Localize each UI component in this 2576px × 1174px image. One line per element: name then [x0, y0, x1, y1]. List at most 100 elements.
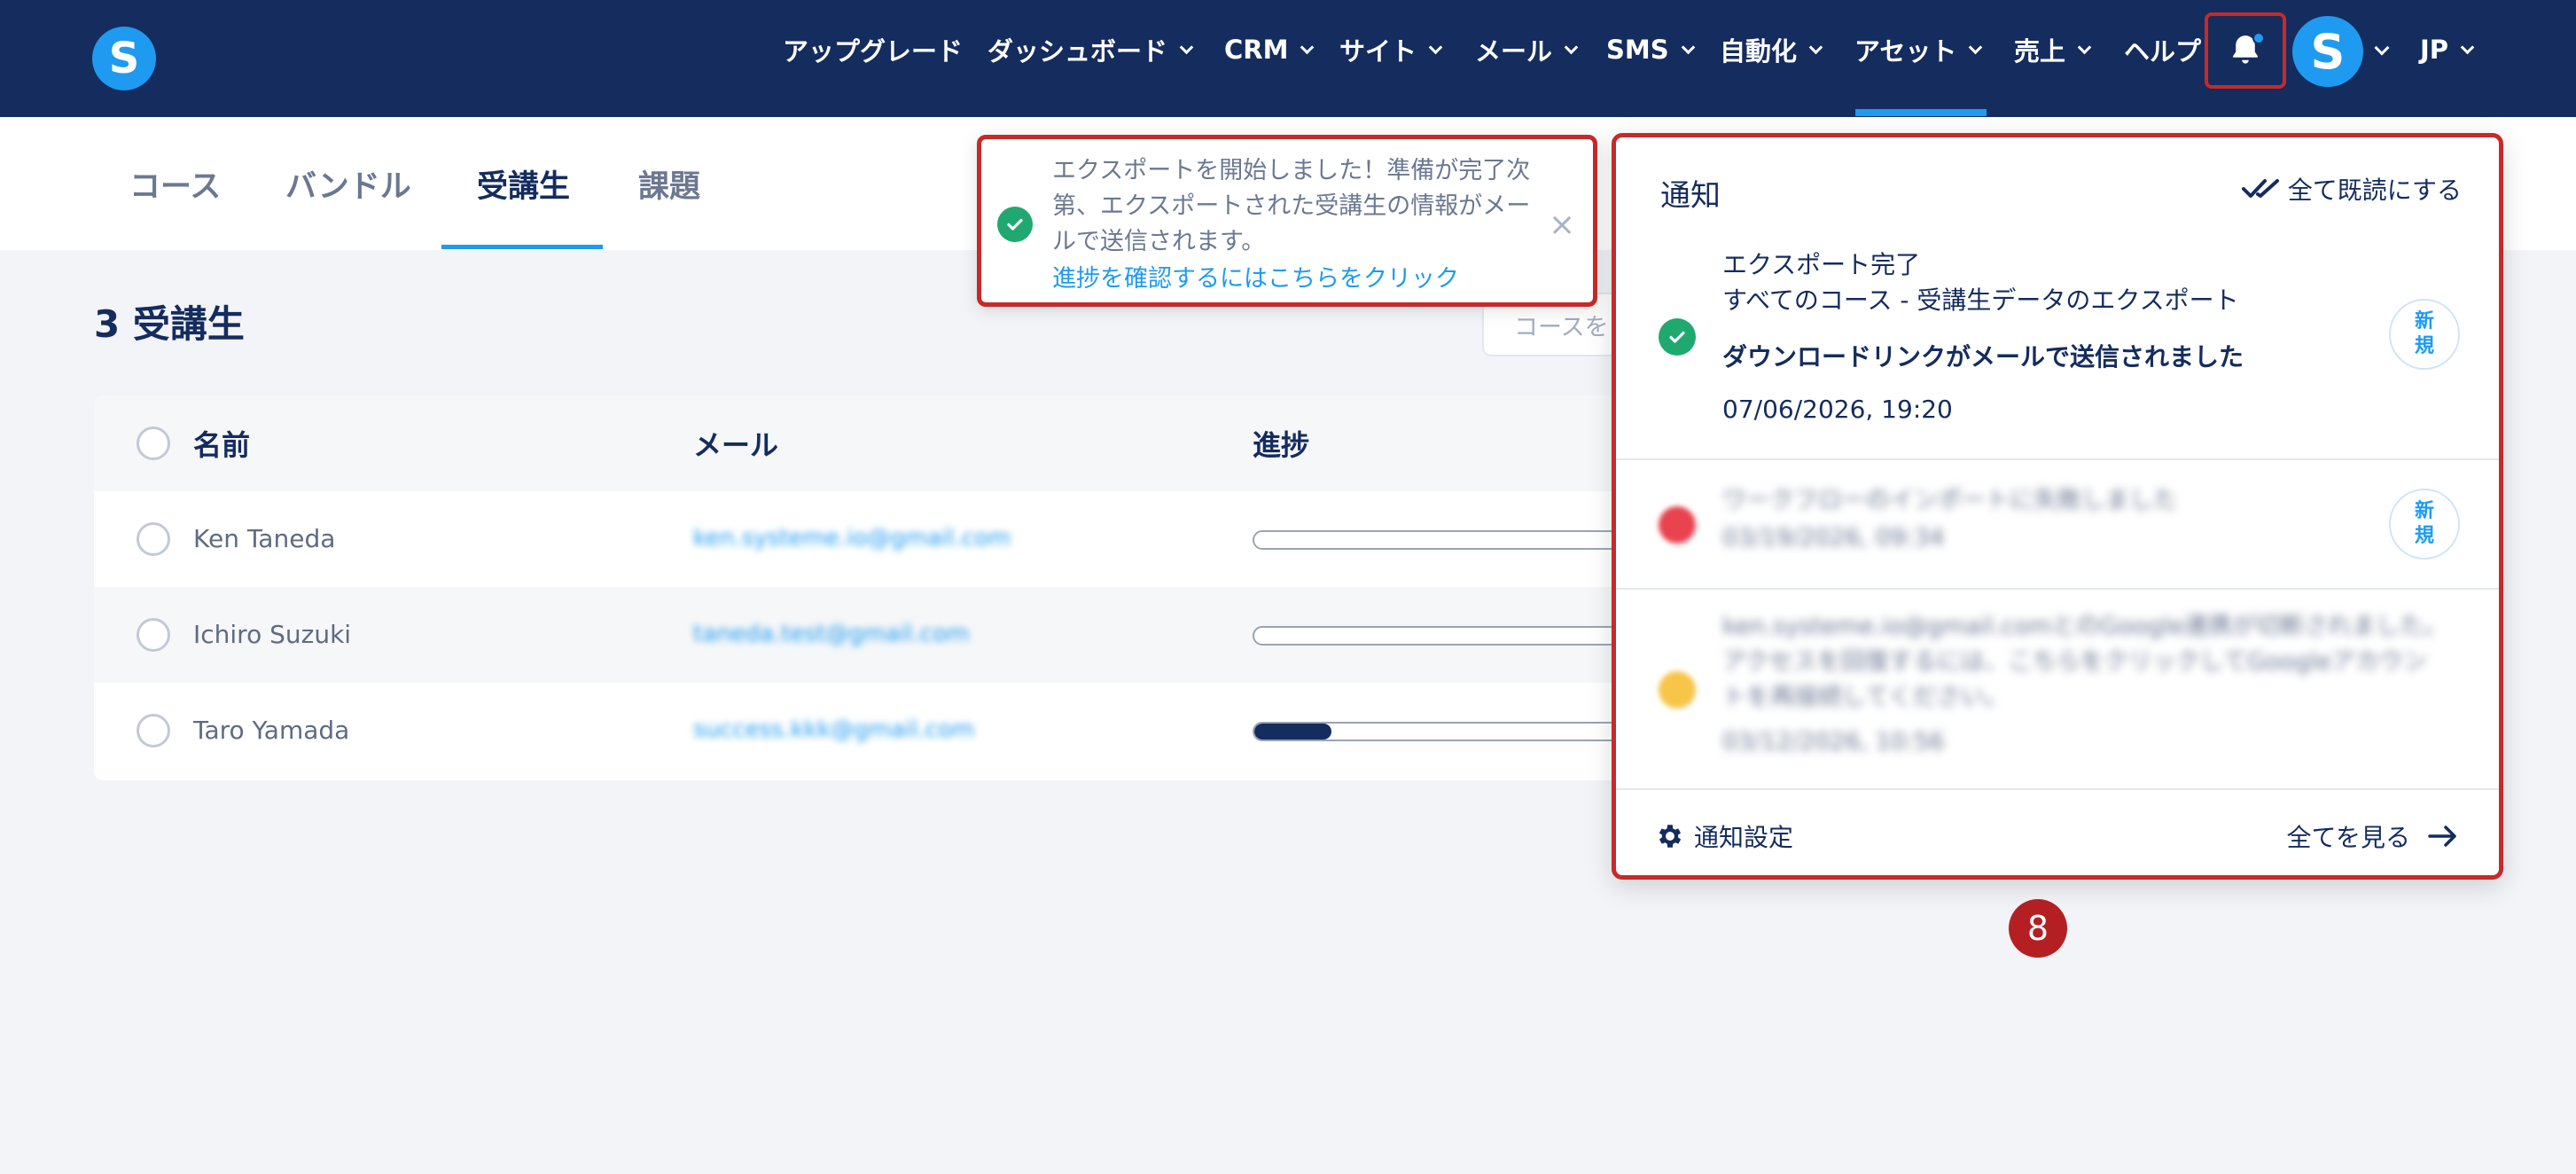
notification-timestamp: 03/12/2026, 10:56 — [1722, 728, 1945, 755]
tab-assignments[interactable]: 課題 — [638, 117, 700, 250]
notification-panel: 通知 全て既読にする エクスポート完了 すべてのコース - 受講生データのエクス… — [1612, 133, 2503, 880]
chevron-down-icon — [1564, 40, 1579, 54]
badge-text: 規 — [2414, 525, 2434, 547]
chevron-down-icon — [2077, 40, 2092, 54]
notification-panel-title: 通知 — [1660, 178, 1721, 214]
language-selector[interactable]: JP — [2420, 0, 2475, 99]
view-all-label: 全てを見る — [2286, 823, 2410, 852]
row-checkbox[interactable] — [137, 714, 170, 747]
table-row[interactable]: Taro Yamada success.kkk@gmail.com — [94, 683, 1619, 779]
chevron-down-icon — [1808, 40, 1823, 54]
tab-students[interactable]: 受講生 — [477, 117, 570, 250]
language-label: JP — [2420, 35, 2449, 65]
chevron-down-icon — [1428, 40, 1443, 54]
student-name: Ichiro Suzuki — [193, 620, 352, 649]
row-checkbox[interactable] — [137, 522, 170, 556]
nav-item-label: メール — [1475, 36, 1553, 67]
app-logo[interactable]: S — [92, 27, 156, 90]
chevron-down-icon — [1969, 40, 1983, 54]
notification-timestamp: 03/19/2026, 09:34 — [1722, 524, 1945, 552]
unread-dot — [2252, 32, 2265, 44]
nav-item-assets[interactable]: アセット — [1854, 0, 1983, 99]
progress-fill — [1254, 724, 1332, 740]
new-badge: 新 規 — [2389, 489, 2460, 560]
nav-item-label: SMS — [1606, 35, 1669, 65]
tab-label: バンドル — [285, 168, 411, 205]
error-dot-icon — [1659, 506, 1696, 544]
nav-item-sms[interactable]: SMS — [1606, 0, 1695, 99]
tab-bundles[interactable]: バンドル — [285, 117, 411, 250]
nav-item-mail[interactable]: メール — [1475, 0, 1579, 99]
step-marker-badge: 8 — [2009, 899, 2067, 958]
students-table: 名前 メール 進捗 Ken Taneda ken.systeme.io@gmai… — [94, 395, 1619, 780]
toast-progress-link[interactable]: 進捗を確認するにはこちらをクリック — [1052, 259, 1459, 294]
close-icon[interactable]: × — [1549, 207, 1575, 243]
chevron-down-icon — [2460, 40, 2475, 54]
student-email[interactable]: success.kkk@gmail.com — [693, 716, 974, 743]
badge-text: 新 — [2414, 310, 2434, 333]
nav-item-label: 売上 — [2014, 36, 2066, 67]
notification-item[interactable]: ワークフローのインポートに失敗しました 03/19/2026, 09:34 新 … — [1616, 460, 2499, 590]
double-check-icon — [2241, 179, 2279, 198]
badge-text: 規 — [2414, 335, 2434, 357]
notification-subtitle: すべてのコース - 受講生データのエクスポート — [1722, 286, 2239, 315]
notification-item[interactable]: エクスポート完了 すべてのコース - 受講生データのエクスポート ダウンロードリ… — [1616, 226, 2499, 460]
notification-settings-label: 通知設定 — [1694, 823, 1794, 852]
student-email[interactable]: ken.systeme.io@gmail.com — [693, 525, 1011, 552]
chevron-down-icon — [1681, 40, 1695, 54]
progress-bar — [1253, 530, 1619, 550]
avatar[interactable]: S — [2292, 16, 2363, 87]
table-row[interactable]: Ichiro Suzuki taneda.test@gmail.com — [94, 587, 1619, 683]
notification-item[interactable]: ken.systeme.io@gmail.comとのGoogle連携が切断されま… — [1616, 590, 2499, 790]
chevron-down-icon[interactable] — [2374, 40, 2390, 56]
nav-item-automation[interactable]: 自動化 — [1720, 0, 1823, 99]
column-header-email[interactable]: メール — [693, 395, 778, 491]
nav-item-label: 自動化 — [1720, 36, 1798, 67]
nav-item-label: アセット — [1854, 36, 1957, 67]
chevron-down-icon — [1179, 40, 1194, 54]
success-check-icon — [1659, 318, 1696, 356]
mark-all-read-button[interactable]: 全て既読にする — [2241, 171, 2462, 207]
tab-label: 受講生 — [477, 168, 571, 205]
nav-item-label: CRM — [1224, 35, 1289, 65]
column-header-progress[interactable]: 進捗 — [1253, 395, 1309, 491]
table-row[interactable]: Ken Taneda ken.systeme.io@gmail.com — [94, 491, 1619, 587]
new-badge: 新 規 — [2389, 299, 2460, 370]
active-tab-indicator — [441, 245, 603, 249]
notification-bell-button[interactable] — [2205, 12, 2286, 89]
select-all-checkbox[interactable] — [137, 427, 170, 460]
notification-title: エクスポート完了 — [1722, 250, 1921, 279]
view-all-notifications-link[interactable]: 全てを見る — [2287, 818, 2458, 854]
course-filter-placeholder: コースを — [1514, 313, 1609, 341]
nav-item-help[interactable]: ヘルプ — [2124, 0, 2201, 99]
nav-item-site[interactable]: サイト — [1339, 0, 1443, 99]
gear-icon — [1659, 825, 1682, 848]
badge-text: 新 — [2414, 500, 2434, 522]
nav-item-label: ダッシュボード — [987, 36, 1168, 67]
active-nav-indicator — [1855, 109, 1987, 116]
nav-item-label: ヘルプ — [2124, 36, 2202, 67]
table-header: 名前 メール 進捗 — [94, 395, 1619, 491]
nav-item-label: サイト — [1339, 36, 1417, 67]
nav-item-label: アップグレード — [783, 36, 964, 67]
column-header-name[interactable]: 名前 — [193, 395, 250, 491]
row-checkbox[interactable] — [137, 618, 170, 652]
nav-item-upgrade[interactable]: アップグレード — [783, 0, 963, 99]
tab-courses[interactable]: コース — [129, 117, 221, 250]
tab-label: コース — [129, 168, 222, 205]
progress-bar — [1253, 722, 1619, 741]
notification-timestamp: 07/06/2026, 19:20 — [1722, 395, 1953, 424]
nav-item-crm[interactable]: CRM — [1224, 0, 1315, 99]
notification-panel-footer: 通知設定 全てを見る — [1616, 790, 2499, 875]
mark-all-read-label: 全て既読にする — [2287, 176, 2462, 205]
success-check-icon — [997, 207, 1033, 242]
nav-item-dashboard[interactable]: ダッシュボード — [987, 0, 1194, 99]
tab-label: 課題 — [638, 168, 701, 205]
toast-message: エクスポートを開始しました！準備が完了次第、エクスポートされた受講生の情報がメー… — [1052, 157, 1531, 255]
student-name: Ken Taneda — [193, 524, 336, 553]
nav-item-sales[interactable]: 売上 — [2014, 0, 2092, 99]
chevron-down-icon — [1300, 40, 1315, 54]
top-navigation: S アップグレード ダッシュボード CRM サイト メール SMS 自動化 アセ… — [0, 0, 2576, 117]
notification-settings-link[interactable]: 通知設定 — [1655, 818, 1793, 854]
student-email[interactable]: taneda.test@gmail.com — [693, 621, 969, 647]
